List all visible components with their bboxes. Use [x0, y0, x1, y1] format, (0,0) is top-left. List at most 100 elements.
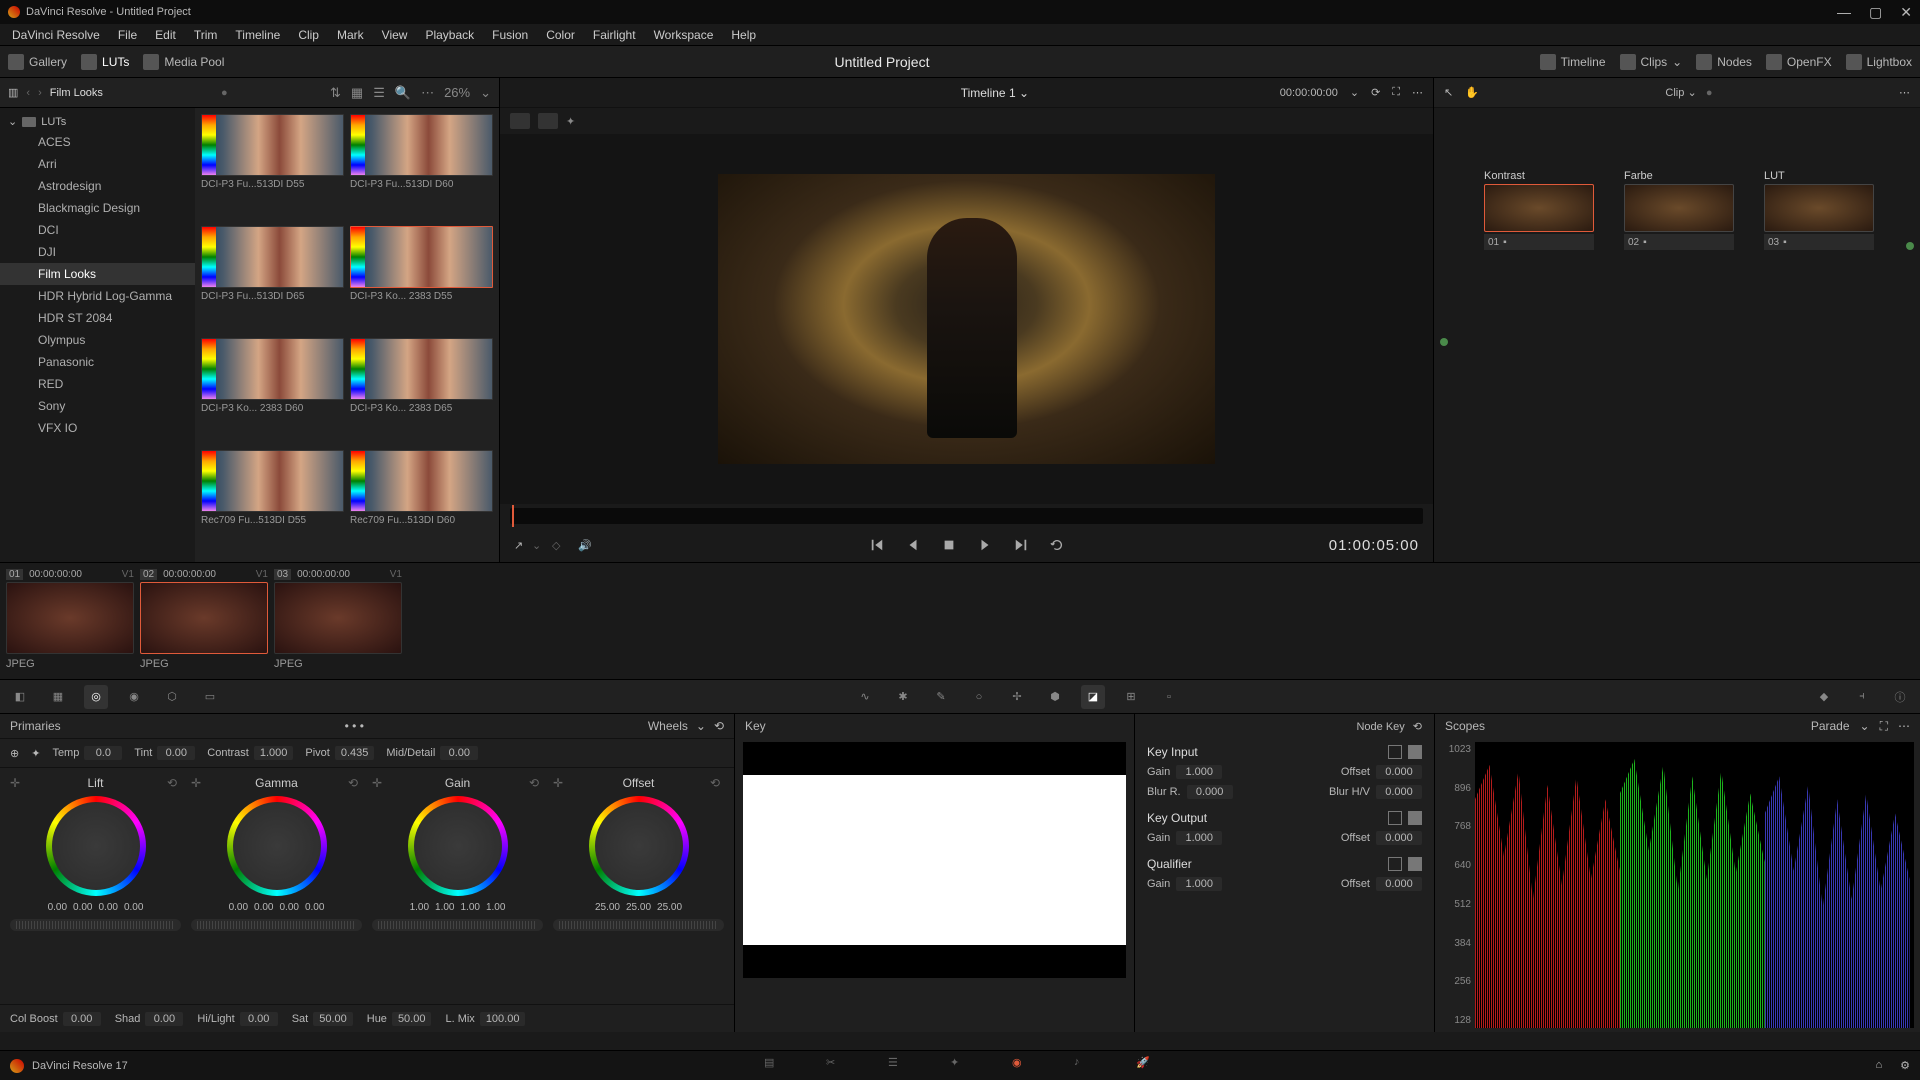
master-wheel[interactable]	[553, 919, 724, 931]
color-wheel[interactable]	[589, 796, 689, 896]
menu-item[interactable]: Clip	[290, 26, 327, 44]
hand-icon[interactable]: ✋	[1465, 86, 1479, 99]
lut-card[interactable]: DCI-P3 Ko... 2383 D60	[201, 338, 344, 444]
contrast-value[interactable]: 1.000	[254, 746, 294, 760]
timeline-button[interactable]: Timeline	[1540, 54, 1606, 70]
scope-mode[interactable]: Parade	[1811, 719, 1850, 733]
key-value[interactable]: 0.000	[1376, 785, 1422, 799]
key-value[interactable]: 0.000	[1376, 831, 1422, 845]
lut-card[interactable]: DCI-P3 Ko... 2383 D65	[350, 338, 493, 444]
color-node[interactable]: Kontrast01▪	[1484, 168, 1594, 250]
tree-root[interactable]: ⌄LUTs	[0, 112, 195, 131]
reset-icon[interactable]: ⟲	[710, 776, 724, 790]
menu-item[interactable]: Edit	[147, 26, 184, 44]
menu-item[interactable]: Timeline	[227, 26, 288, 44]
reset-icon[interactable]: ⟲	[167, 776, 181, 790]
info-icon[interactable]: ⓘ	[1888, 685, 1912, 709]
expand-icon[interactable]: ⛶	[1392, 86, 1400, 99]
menu-item[interactable]: View	[374, 26, 416, 44]
list-view-icon[interactable]: ☰	[373, 85, 385, 101]
clips-button[interactable]: Clips ⌄	[1620, 54, 1683, 70]
viewer[interactable]	[500, 134, 1433, 504]
clip-thumbnail[interactable]: 0300:00:00:00V1JPEG	[274, 569, 402, 670]
pivot-value[interactable]: 0.435	[335, 746, 375, 760]
rgb-mixer-icon[interactable]: ⬡	[160, 685, 184, 709]
color-node[interactable]: Farbe02▪	[1624, 168, 1734, 250]
tree-item[interactable]: RED	[0, 373, 195, 395]
middetail-value[interactable]: 0.00	[440, 746, 478, 760]
edit-page-icon[interactable]: ☰	[888, 1056, 908, 1076]
wheel-values[interactable]: 1.001.001.001.00	[410, 902, 506, 913]
nav-fwd-icon[interactable]: ›	[38, 87, 42, 99]
highlight-icon[interactable]: ✦	[566, 115, 575, 128]
matte-icon[interactable]	[1388, 745, 1402, 759]
color-match-icon[interactable]: ▦	[46, 685, 70, 709]
loop-button[interactable]	[1050, 538, 1064, 552]
chevron-down-icon[interactable]: ⌄	[1860, 719, 1870, 733]
window-icon[interactable]: ○	[967, 685, 991, 709]
close-button[interactable]: ✕	[1900, 4, 1912, 21]
panel-toggle-icon[interactable]: ▥	[8, 86, 18, 99]
chevron-down-icon[interactable]: ⌄	[532, 539, 541, 552]
qualifier-icon[interactable]: ✎	[929, 685, 953, 709]
color-wheel[interactable]	[408, 796, 508, 896]
reset-icon[interactable]: ⟲	[348, 776, 362, 790]
footer-adjust[interactable]: Hue50.00	[367, 1012, 432, 1026]
chevron-down-icon[interactable]: ⌄	[1350, 86, 1359, 99]
camera-raw-icon[interactable]: ◧	[8, 685, 32, 709]
picker-icon[interactable]: ✛	[10, 776, 24, 790]
hdr-wheels-icon[interactable]: ◉	[122, 685, 146, 709]
3d-icon[interactable]: ▫	[1157, 685, 1181, 709]
master-wheel[interactable]	[191, 919, 362, 931]
first-frame-button[interactable]	[870, 538, 884, 552]
lut-card[interactable]: DCI-P3 Ko... 2383 D55	[350, 226, 493, 332]
color-node[interactable]: LUT03▪	[1764, 168, 1874, 250]
menu-item[interactable]: Help	[723, 26, 764, 44]
last-frame-button[interactable]	[1014, 538, 1028, 552]
tint-value[interactable]: 0.00	[157, 746, 195, 760]
sizing-icon[interactable]: ⊞	[1119, 685, 1143, 709]
split-screen-icon[interactable]	[538, 113, 558, 129]
cut-page-icon[interactable]: ✂	[826, 1056, 846, 1076]
menu-item[interactable]: DaVinci Resolve	[4, 26, 108, 44]
unmix-icon[interactable]: ◇	[552, 539, 560, 552]
mediapool-button[interactable]: Media Pool	[143, 54, 224, 70]
more-icon[interactable]: ⋯	[1899, 86, 1910, 99]
source-timecode[interactable]: 00:00:00:00	[1280, 87, 1338, 99]
expand-icon[interactable]: ⛶	[1880, 719, 1888, 734]
maximize-button[interactable]: ▢	[1869, 4, 1882, 21]
tree-item[interactable]: HDR Hybrid Log-Gamma	[0, 285, 195, 307]
keyframe-icon[interactable]: ◆	[1812, 685, 1836, 709]
pointer-icon[interactable]: ↖	[1444, 86, 1453, 99]
tree-item[interactable]: DJI	[0, 241, 195, 263]
zoom-level[interactable]: 26%	[444, 85, 470, 100]
matte-icon[interactable]	[1388, 811, 1402, 825]
color-wheel[interactable]	[227, 796, 327, 896]
clip-thumbnail[interactable]: 0100:00:00:00V1JPEG	[6, 569, 134, 670]
bypass-icon[interactable]: ⟳	[1371, 86, 1380, 99]
more-icon[interactable]: ⋯	[1412, 86, 1423, 99]
key-value[interactable]: 0.000	[1187, 785, 1233, 799]
tree-item[interactable]: Sony	[0, 395, 195, 417]
key-value[interactable]: 1.000	[1176, 765, 1222, 779]
chevron-down-icon[interactable]: ⌄	[1019, 86, 1029, 100]
footer-adjust[interactable]: Sat50.00	[292, 1012, 353, 1026]
picker-icon[interactable]: ✛	[553, 776, 567, 790]
lut-card[interactable]: Rec709 Fu...513DI D60	[350, 450, 493, 556]
mode-label[interactable]: Wheels	[648, 719, 688, 733]
chevron-down-icon[interactable]: ⌄	[480, 85, 491, 101]
magic-mask-icon[interactable]: ⬢	[1043, 685, 1067, 709]
tree-item[interactable]: Film Looks	[0, 263, 195, 285]
luts-button[interactable]: LUTs	[81, 54, 129, 70]
clip-thumbnail[interactable]: 0200:00:00:00V1JPEG	[140, 569, 268, 670]
tree-item[interactable]: Astrodesign	[0, 175, 195, 197]
sort-icon[interactable]: ⇅	[330, 85, 341, 101]
viewer-scrubber[interactable]	[510, 508, 1423, 524]
wheel-values[interactable]: 25.0025.0025.00	[595, 902, 682, 913]
deliver-page-icon[interactable]: 🚀	[1136, 1056, 1156, 1076]
image-wipe-icon[interactable]	[510, 113, 530, 129]
output-connector[interactable]	[1906, 242, 1914, 250]
play-button[interactable]	[978, 538, 992, 552]
node-graph[interactable]: Kontrast01▪ Farbe02▪ LUT03▪	[1434, 108, 1920, 562]
minimize-button[interactable]: —	[1837, 4, 1851, 21]
